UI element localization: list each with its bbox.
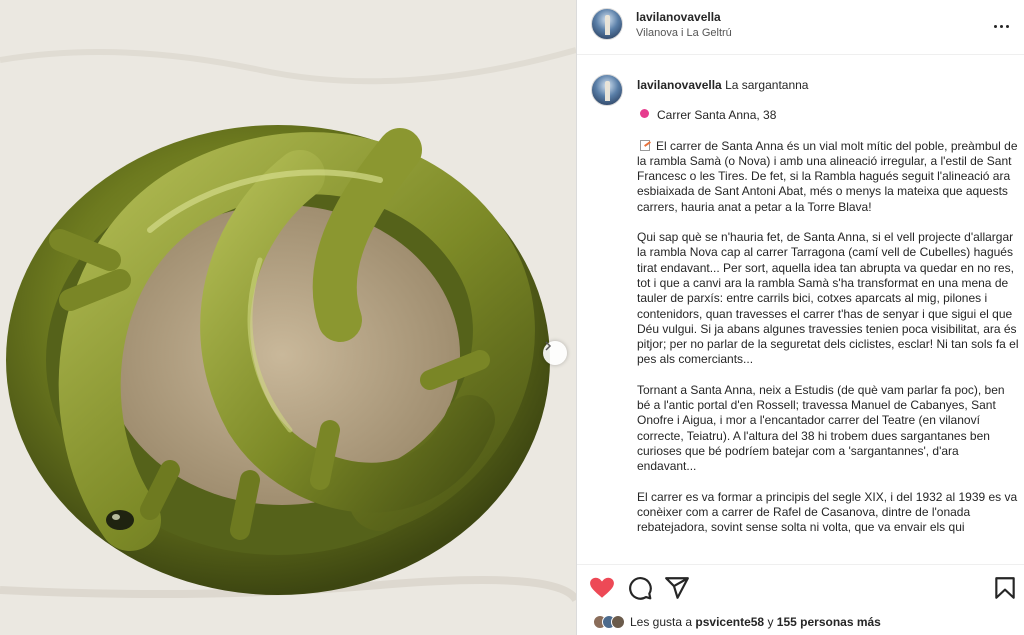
caption-user-line: lavilanovavella La sargantanna [637,78,1019,93]
chevron-right-icon [545,341,552,351]
caption-address-line: Carrer Santa Anna, 38 [637,108,1019,123]
likes-connector: y [767,615,774,629]
post-photo[interactable] [0,0,576,635]
caption-area: lavilanovavella La sargantanna Carrer Sa… [577,56,1024,564]
caption-title: La sargantanna [725,78,809,92]
header-username[interactable]: lavilanovavella [636,10,732,24]
header-location[interactable]: Vilanova i La Geltrú [636,27,732,39]
likes-user[interactable]: psvicente58 [695,615,764,629]
like-button[interactable] [589,575,615,601]
comment-icon [629,577,652,600]
likes-summary[interactable]: Les gusta a psvicente58 y 155 personas m… [593,612,881,632]
caption-avatar[interactable] [591,74,623,106]
caption-paragraph-1: El carrer de Santa Anna és un vial molt … [637,139,1019,215]
bookmark-icon [995,577,1015,599]
more-options-button[interactable] [989,16,1013,36]
post-header: lavilanovavella Vilanova i La Geltrú [577,0,1024,55]
next-photo-button[interactable] [543,341,567,365]
post-side-panel: lavilanovavella Vilanova i La Geltrú lav… [576,0,1024,635]
caption: lavilanovavella La sargantanna Carrer Sa… [637,78,1019,535]
round-pushpin-icon [640,109,649,119]
comment-button[interactable] [627,575,653,601]
save-button[interactable] [992,575,1018,601]
more-options-icon [993,24,1009,28]
heart-filled-icon [590,577,614,598]
likes-prefix: Les gusta a [630,615,693,629]
likes-text: Les gusta a psvicente58 y 155 personas m… [630,615,881,629]
avatar[interactable] [591,8,623,40]
likes-others[interactable]: 155 personas más [777,615,881,629]
liker-avatar [611,615,625,629]
caption-paragraph-1-text: El carrer de Santa Anna és un vial molt … [637,138,1018,214]
caption-paragraph-3: Tornant a Santa Anna, neix a Estudis (de… [637,382,1005,474]
caption-paragraph-2: Qui sap què se n'hauria fet, de Santa An… [637,230,1019,367]
share-button[interactable] [664,575,690,601]
send-icon [665,577,689,599]
action-bar [577,564,1024,608]
caption-username[interactable]: lavilanovavella [637,78,722,92]
memo-icon [640,139,650,151]
caption-address: Carrer Santa Anna, 38 [657,108,777,123]
lizard-tile-image [0,0,576,635]
caption-paragraph-4: El carrer es va formar a principis del s… [637,489,1018,535]
